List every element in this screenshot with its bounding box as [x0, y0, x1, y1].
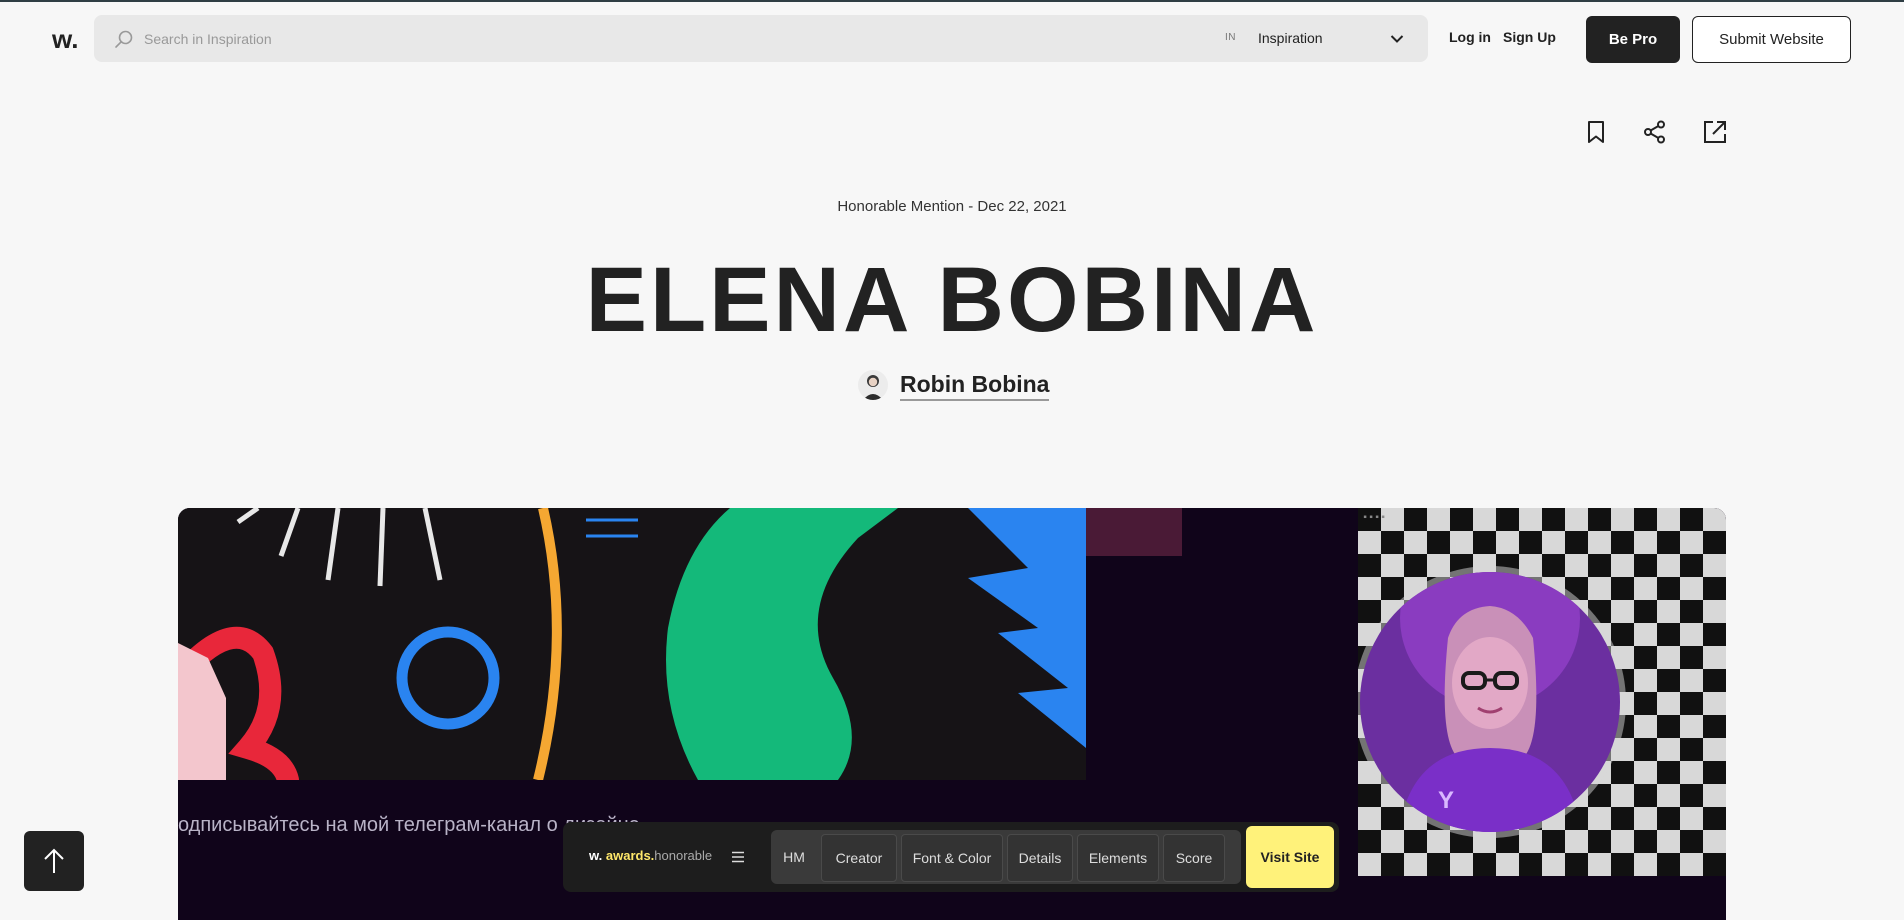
site-logo[interactable]: w. [52, 24, 78, 55]
author-avatar [858, 370, 888, 400]
tab-details[interactable]: Details [1007, 834, 1073, 882]
signup-link[interactable]: Sign Up [1503, 29, 1556, 45]
awards-brand-w: w. [589, 848, 603, 863]
search-scope-prefix: IN [1225, 32, 1236, 43]
search-input[interactable] [142, 23, 1196, 55]
awards-tabs: HM Creator Font & Color Details Elements… [771, 830, 1241, 884]
tab-creator[interactable]: Creator [821, 834, 897, 882]
submit-website-button[interactable]: Submit Website [1692, 16, 1851, 63]
awards-brand[interactable]: w. awards.honorable [589, 848, 712, 863]
be-pro-button[interactable]: Be Pro [1586, 16, 1680, 63]
scroll-to-top-button[interactable] [24, 831, 84, 891]
site-header: w. IN Inspiration Log in Sign Up Be Pro … [0, 2, 1904, 74]
tab-font-color[interactable]: Font & Color [901, 834, 1003, 882]
tab-hm[interactable]: HM [775, 834, 813, 880]
search-scope-value: Inspiration [1258, 30, 1323, 46]
chevron-down-icon [1390, 35, 1404, 43]
search-scope-select[interactable]: Inspiration [1258, 24, 1428, 52]
search-icon [115, 30, 133, 48]
search-bar[interactable]: IN Inspiration [94, 15, 1428, 62]
bookmark-icon[interactable] [1582, 118, 1610, 146]
author-name[interactable]: Robin Bobina [900, 371, 1050, 401]
award-meta: Honorable Mention - Dec 22, 2021 [837, 198, 1067, 215]
awards-brand-awards: awards. [605, 848, 655, 863]
external-link-icon[interactable] [1701, 118, 1729, 146]
tab-score[interactable]: Score [1163, 834, 1225, 882]
visit-site-button[interactable]: Visit Site [1246, 826, 1334, 888]
awards-bar: w. awards.honorable HM Creator Font & Co… [563, 822, 1339, 892]
menu-icon[interactable] [731, 851, 745, 863]
arrow-up-icon [44, 848, 64, 873]
page-title: ELENA BOBINA [585, 249, 1319, 351]
svg-text:Y: Y [1438, 787, 1454, 814]
awards-brand-level: honorable [654, 848, 713, 863]
svg-text:▪▪▪▪: ▪▪▪▪ [1362, 513, 1386, 524]
login-link[interactable]: Log in [1449, 29, 1491, 45]
share-icon[interactable] [1641, 118, 1669, 146]
tab-elements[interactable]: Elements [1077, 834, 1159, 882]
